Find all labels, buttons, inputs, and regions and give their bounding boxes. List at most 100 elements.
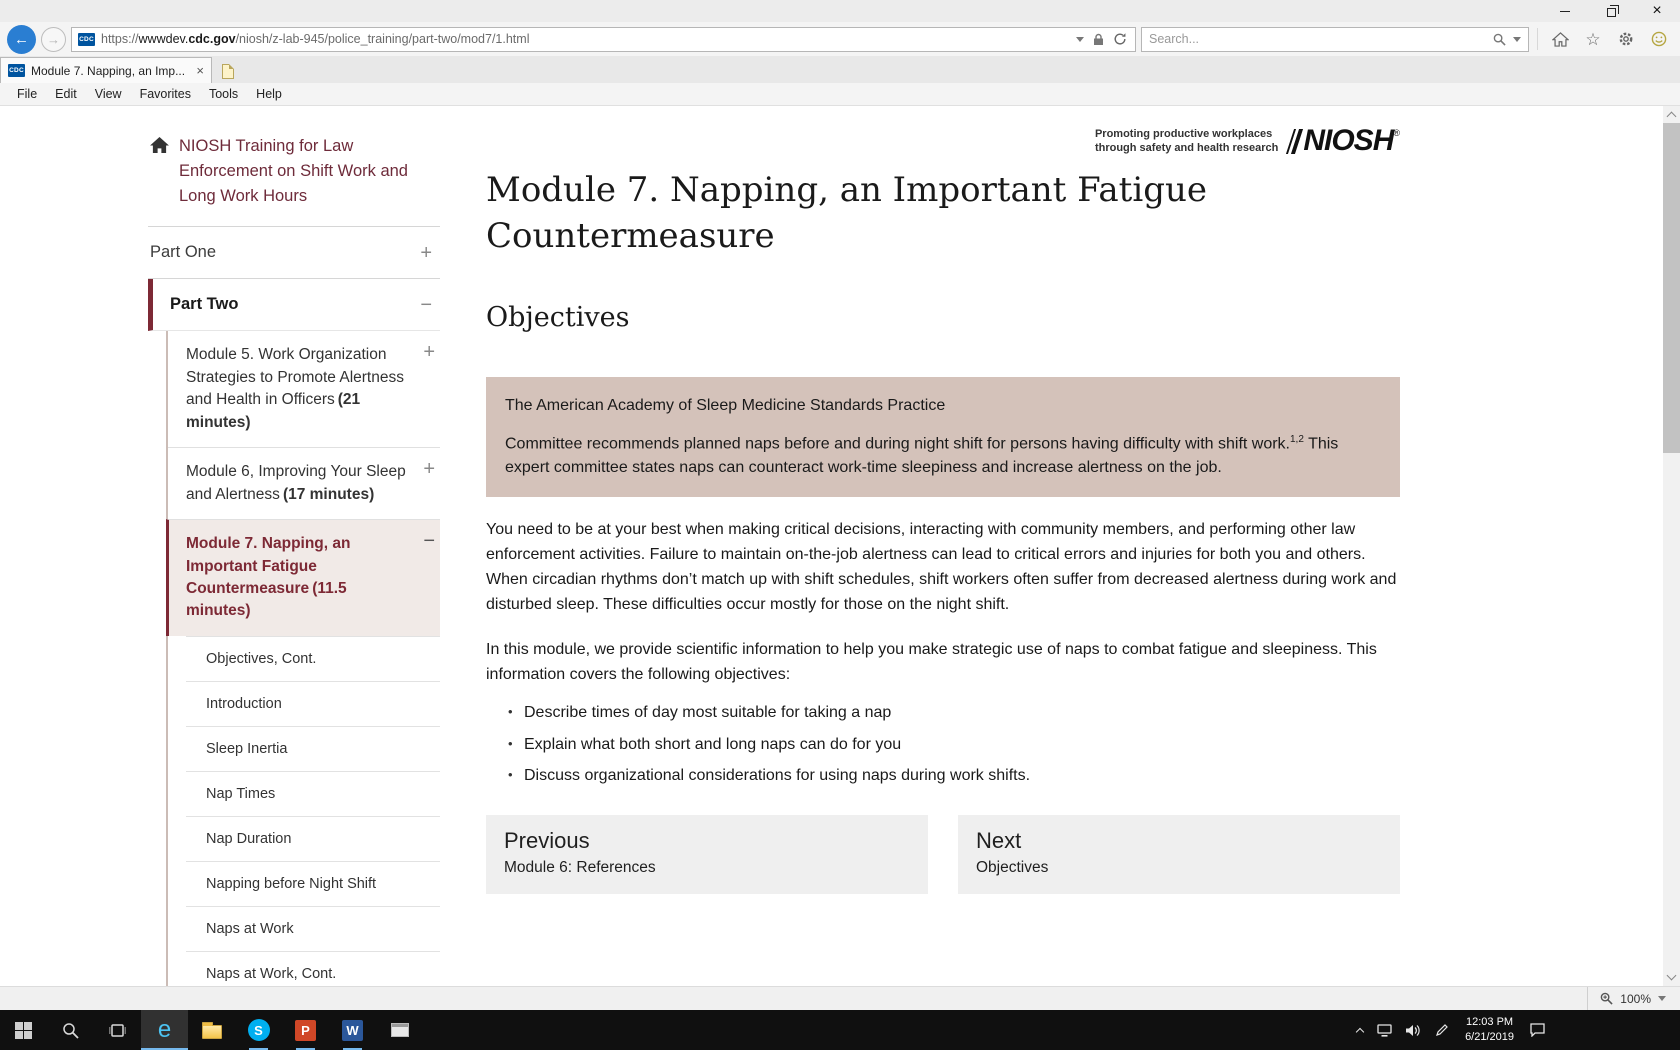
restore-button[interactable] xyxy=(1588,0,1634,22)
scroll-down-button[interactable] xyxy=(1663,969,1680,986)
back-button[interactable]: ← xyxy=(7,25,36,54)
taskbar-skype[interactable]: S xyxy=(235,1010,282,1050)
browser-viewport: NIOSH Training for Law Enforcement on Sh… xyxy=(0,106,1680,986)
objectives-list: Describe times of day most suitable for … xyxy=(508,701,1400,789)
address-bar[interactable]: CDC https://wwwdev.cdc.gov/niosh/z-lab-9… xyxy=(71,27,1136,52)
sidebar-subitem-napping-before-night-shift[interactable]: Napping before Night Shift xyxy=(186,861,440,906)
settings-toolbar-button[interactable] xyxy=(1612,25,1640,53)
sidebar-subitem-naps-at-work[interactable]: Naps at Work xyxy=(186,906,440,951)
action-center-button[interactable] xyxy=(1523,1010,1552,1050)
system-tray: 12:03 PM 6/21/2019 xyxy=(1350,1010,1680,1050)
sidebar-item-module-5[interactable]: Module 5. Work Organization Strategies t… xyxy=(168,331,440,447)
taskbar-search-button[interactable] xyxy=(47,1010,94,1050)
sidebar-item-module-6[interactable]: Module 6, Improving Your Sleep and Alert… xyxy=(168,447,440,519)
citation-superscript: 1,2 xyxy=(1290,434,1304,445)
scrollbar-track[interactable] xyxy=(1663,123,1680,969)
tab-strip: CDC Module 7. Napping, an Imp... × xyxy=(0,56,1680,83)
sidebar-subitem-nap-duration[interactable]: Nap Duration xyxy=(186,816,440,861)
zoom-control[interactable]: 100% xyxy=(1587,987,1680,1010)
refresh-icon[interactable] xyxy=(1113,32,1127,46)
word-icon: W xyxy=(342,1020,363,1041)
skype-icon: S xyxy=(248,1019,270,1041)
minimize-button[interactable] xyxy=(1542,0,1588,22)
pen-tray-button[interactable] xyxy=(1428,1010,1456,1050)
collapse-icon[interactable]: − xyxy=(423,531,435,551)
home-icon xyxy=(150,137,169,154)
expand-icon[interactable]: + xyxy=(420,243,432,263)
menu-view[interactable]: View xyxy=(86,83,131,105)
network-tray-button[interactable] xyxy=(1370,1010,1399,1050)
volume-tray-button[interactable] xyxy=(1399,1010,1428,1050)
sidebar-subitem-sleep-inertia[interactable]: Sleep Inertia xyxy=(186,726,440,771)
toolbar-separator xyxy=(1537,28,1538,50)
gear-icon xyxy=(1618,31,1634,47)
search-icon[interactable] xyxy=(1493,33,1506,46)
tab-module-7[interactable]: CDC Module 7. Napping, an Imp... × xyxy=(0,57,212,83)
window-titlebar: × xyxy=(0,0,1680,22)
sidebar-subitem-introduction[interactable]: Introduction xyxy=(186,681,440,726)
forward-button[interactable]: → xyxy=(41,27,66,52)
sidebar-item-part-two[interactable]: Part Two − xyxy=(148,279,440,331)
previous-button[interactable]: Previous Module 6: References xyxy=(486,815,928,894)
sidebar-subitem-objectives-cont[interactable]: Objectives, Cont. xyxy=(186,636,440,681)
zoom-dropdown-icon[interactable] xyxy=(1658,996,1666,1001)
restore-icon xyxy=(1607,8,1616,17)
vertical-scrollbar[interactable] xyxy=(1663,106,1680,986)
pen-icon xyxy=(1435,1023,1449,1037)
app-window-icon xyxy=(391,1023,409,1037)
close-button[interactable]: × xyxy=(1634,0,1680,22)
taskbar-powerpoint[interactable]: P xyxy=(282,1010,329,1050)
scroll-up-button[interactable] xyxy=(1663,106,1680,123)
sidebar-home-link[interactable]: NIOSH Training for Law Enforcement on Sh… xyxy=(148,124,440,227)
tab-favicon: CDC xyxy=(8,64,25,77)
menu-help[interactable]: Help xyxy=(247,83,291,105)
menu-tools[interactable]: Tools xyxy=(200,83,247,105)
expand-icon[interactable]: + xyxy=(423,459,435,479)
search-input[interactable] xyxy=(1149,32,1486,46)
content-area: Promoting productive workplaces through … xyxy=(486,124,1400,986)
taskbar-clock[interactable]: 12:03 PM 6/21/2019 xyxy=(1456,1015,1523,1045)
back-arrow-icon: ← xyxy=(14,31,29,48)
home-icon xyxy=(1552,32,1569,47)
smiley-icon xyxy=(1651,31,1667,47)
taskbar-app-window[interactable] xyxy=(376,1010,423,1050)
url-scheme: https:// xyxy=(101,32,139,46)
scrollbar-thumb[interactable] xyxy=(1663,123,1680,453)
task-view-button[interactable] xyxy=(94,1010,141,1050)
taskbar-word[interactable]: W xyxy=(329,1010,376,1050)
collapse-icon[interactable]: − xyxy=(420,295,432,315)
favorites-toolbar-button[interactable]: ☆ xyxy=(1579,25,1607,53)
niosh-wordmark: NIOSH xyxy=(1303,126,1393,156)
sidebar-item-part-one[interactable]: Part One + xyxy=(148,227,440,279)
menu-bar: File Edit View Favorites Tools Help xyxy=(0,83,1680,106)
star-icon: ☆ xyxy=(1585,31,1600,48)
search-dropdown-icon[interactable] xyxy=(1513,37,1521,42)
url-domain: cdc.gov xyxy=(188,32,235,46)
menu-favorites[interactable]: Favorites xyxy=(131,83,200,105)
search-box[interactable] xyxy=(1141,27,1529,52)
home-toolbar-button[interactable] xyxy=(1546,25,1574,53)
new-tab-button[interactable] xyxy=(212,59,244,83)
intro-paragraph: You need to be at your best when making … xyxy=(486,518,1400,617)
menu-file[interactable]: File xyxy=(8,83,46,105)
niosh-tagline-line2: through safety and health research xyxy=(1095,141,1278,155)
next-button[interactable]: Next Objectives xyxy=(958,815,1400,894)
taskbar-file-explorer[interactable] xyxy=(188,1010,235,1050)
hidden-icons-button[interactable] xyxy=(1350,1010,1370,1050)
feedback-toolbar-button[interactable] xyxy=(1645,25,1673,53)
list-item: Explain what both short and long naps ca… xyxy=(508,733,1400,758)
sidebar-subitem-nap-times[interactable]: Nap Times xyxy=(186,771,440,816)
sidebar-subitem-naps-at-work-cont[interactable]: Naps at Work, Cont. xyxy=(186,951,440,986)
pager: Previous Module 6: References Next Objec… xyxy=(486,815,1400,894)
taskbar-internet-explorer[interactable]: e xyxy=(141,1010,188,1050)
sidebar-item-module-7-current[interactable]: Module 7. Napping, an Important Fatigue … xyxy=(166,519,440,636)
tab-close-icon[interactable]: × xyxy=(196,64,204,77)
autocomplete-dropdown-icon[interactable] xyxy=(1076,37,1084,42)
action-center-icon xyxy=(1530,1023,1545,1037)
url-text[interactable]: https://wwwdev.cdc.gov/niosh/z-lab-945/p… xyxy=(101,32,1070,46)
niosh-logo: NIOSH ® xyxy=(1290,126,1400,156)
zoom-icon xyxy=(1600,992,1613,1005)
expand-icon[interactable]: + xyxy=(423,342,435,362)
menu-edit[interactable]: Edit xyxy=(46,83,86,105)
start-button[interactable] xyxy=(0,1010,47,1050)
